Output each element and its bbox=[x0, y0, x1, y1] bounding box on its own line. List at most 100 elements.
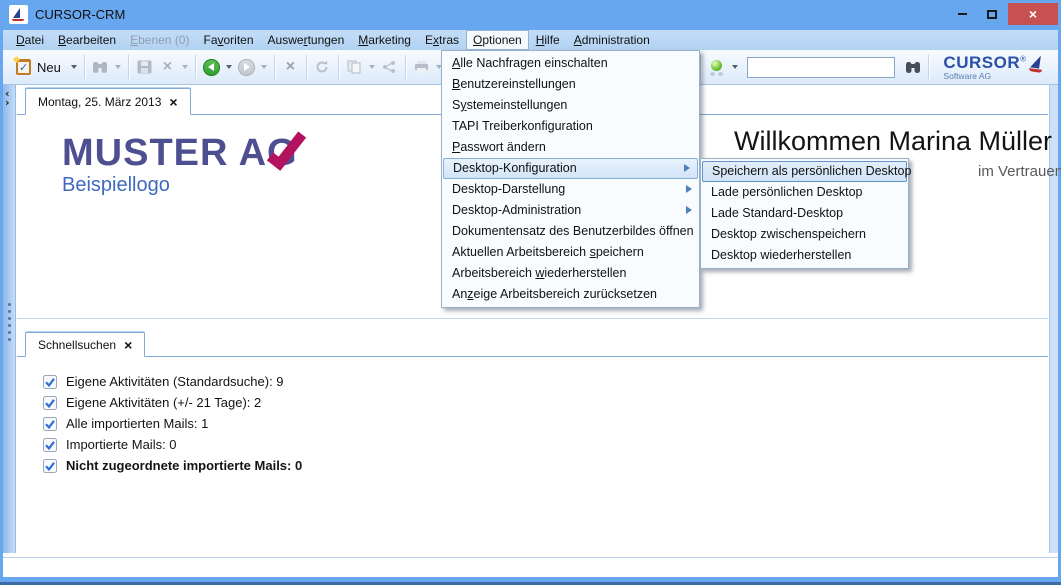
options-menu-item[interactable]: Alle Nachfragen einschalten bbox=[442, 53, 699, 74]
menu-item-label: TAPI Treiberkonfiguration bbox=[452, 119, 593, 133]
maximize-icon bbox=[987, 10, 997, 19]
menubar-item-label: Bearbeiten bbox=[58, 33, 116, 47]
phone-status-button[interactable] bbox=[705, 57, 729, 78]
tab-close-icon[interactable]: × bbox=[124, 338, 132, 352]
checked-checkbox-icon bbox=[43, 438, 57, 452]
menubar-item-label: Extras bbox=[425, 33, 459, 47]
toolbar-search-input[interactable] bbox=[747, 57, 895, 78]
menu-item-label: Desktop-Administration bbox=[452, 203, 581, 217]
options-menu-item[interactable]: Desktop-Darstellung bbox=[442, 179, 699, 200]
menubar-item[interactable]: Datei bbox=[9, 30, 51, 50]
toolbar-separator bbox=[84, 55, 85, 79]
options-menu-item[interactable]: Dokumentensatz des Benutzerbildes öffnen bbox=[442, 221, 699, 242]
options-menu-item[interactable]: Systemeinstellungen bbox=[442, 95, 699, 116]
submenu-item[interactable]: Lade Standard-Desktop bbox=[701, 203, 908, 224]
search-button[interactable] bbox=[901, 57, 924, 78]
quicksearch-item[interactable]: Importierte Mails: 0 bbox=[43, 434, 1048, 455]
find-button bbox=[89, 57, 112, 78]
menubar-item-label: Marketing bbox=[358, 33, 411, 47]
print-button bbox=[410, 57, 433, 78]
menubar-item[interactable]: Extras bbox=[418, 30, 466, 50]
maximize-button[interactable] bbox=[979, 3, 1005, 25]
toolbar-separator bbox=[405, 55, 406, 79]
back-dropdown-icon[interactable] bbox=[226, 65, 232, 69]
copy-dropdown-icon bbox=[369, 65, 375, 69]
tab-welcome[interactable]: Montag, 25. März 2013 × bbox=[25, 88, 191, 115]
cursor-logo: CURSOR® Software AG bbox=[943, 53, 1044, 81]
quicksearch-item[interactable]: Eigene Aktivitäten (Standardsuche): 9 bbox=[43, 371, 1048, 392]
options-menu-item[interactable]: Arbeitsbereich wiederherstellen bbox=[442, 263, 699, 284]
options-menu-item[interactable]: Benutzereinstellungen bbox=[442, 74, 699, 95]
save-button bbox=[133, 57, 156, 78]
toolbar-separator bbox=[700, 55, 701, 79]
quicksearch-item[interactable]: Alle importierten Mails: 1 bbox=[43, 413, 1048, 434]
tab-close-icon[interactable]: × bbox=[169, 95, 177, 109]
options-menu-item[interactable]: TAPI Treiberkonfiguration bbox=[442, 116, 699, 137]
quicksearch-item[interactable]: Nicht zugeordnete importierte Mails: 0 bbox=[43, 455, 1048, 476]
horizontal-splitter[interactable] bbox=[17, 318, 1048, 330]
menu-item-label: Speichern als persönlichen Desktop bbox=[712, 164, 911, 178]
menu-item-label: Lade persönlichen Desktop bbox=[711, 185, 863, 199]
menubar-item[interactable]: Administration bbox=[567, 30, 657, 50]
options-menu-item[interactable]: Passwort ändern bbox=[442, 137, 699, 158]
forward-arrow-icon bbox=[238, 59, 255, 76]
clear-dropdown-icon bbox=[182, 65, 188, 69]
new-dropdown-icon[interactable] bbox=[71, 65, 77, 69]
submenu-item[interactable]: Lade persönlichen Desktop bbox=[701, 182, 908, 203]
copy-record-button bbox=[343, 57, 366, 78]
menu-item-label: Anzeige Arbeitsbereich zurücksetzen bbox=[452, 287, 657, 301]
submenu-item[interactable]: Speichern als persönlichen Desktop bbox=[702, 161, 907, 182]
menubar-item-label: Favoriten bbox=[203, 33, 253, 47]
minimize-icon bbox=[958, 13, 967, 15]
welcome-quote-fragment: im Vertrauen zu ernten. bbox=[978, 163, 1061, 180]
toolbar-separator bbox=[195, 55, 196, 79]
checked-checkbox-icon bbox=[43, 417, 57, 431]
quicksearch-item-label: Eigene Aktivitäten (Standardsuche): 9 bbox=[66, 374, 284, 389]
collapse-chevron-right-icon[interactable]: › bbox=[5, 97, 10, 108]
menubar-item[interactable]: Favoriten bbox=[196, 30, 260, 50]
checked-checkbox-icon bbox=[43, 375, 57, 389]
close-button[interactable]: × bbox=[1008, 3, 1058, 25]
menu-item-label: Desktop-Darstellung bbox=[452, 182, 565, 196]
delete-x-icon: × bbox=[286, 59, 295, 75]
app-logo-icon bbox=[9, 5, 28, 24]
menu-item-label: Desktop-Konfiguration bbox=[453, 161, 577, 175]
menubar-item-label: Administration bbox=[574, 33, 650, 47]
toolbar-separator bbox=[274, 55, 275, 79]
menubar-item-label: Optionen bbox=[473, 33, 522, 47]
menu-item-label: Dokumentensatz des Benutzerbildes öffnen bbox=[452, 224, 694, 238]
options-menu-item[interactable]: Desktop-Konfiguration bbox=[443, 158, 698, 179]
menu-item-label: Lade Standard-Desktop bbox=[711, 206, 843, 220]
new-button[interactable]: ✓ Neu bbox=[12, 57, 68, 78]
tab-quicksearch[interactable]: Schnellsuchen × bbox=[25, 332, 145, 357]
menu-item-label: Arbeitsbereich wiederherstellen bbox=[452, 266, 626, 280]
options-menu-item[interactable]: Aktuellen Arbeitsbereich speichern bbox=[442, 242, 699, 263]
minimize-button[interactable] bbox=[949, 3, 975, 25]
options-menu-popup: Alle Nachfragen einschalten Benutzereins… bbox=[441, 50, 700, 308]
app-window: CURSOR-CRM × Datei Bearbeiten Ebenen (0)… bbox=[0, 0, 1061, 585]
back-button[interactable] bbox=[200, 57, 223, 78]
left-collapse-strip[interactable]: ‹ › bbox=[3, 85, 16, 553]
splitter-handle-dots[interactable] bbox=[8, 303, 11, 306]
toolbar-separator bbox=[306, 55, 307, 79]
submenu-item[interactable]: Desktop zwischenspeichern bbox=[701, 224, 908, 245]
menu-item-label: Aktuellen Arbeitsbereich speichern bbox=[452, 245, 644, 259]
quicksearch-list: Eigene Aktivitäten (Standardsuche): 9 Ei… bbox=[17, 358, 1048, 553]
menu-item-label: Desktop zwischenspeichern bbox=[711, 227, 866, 241]
refresh-button bbox=[311, 57, 334, 78]
menubar-item[interactable]: Ebenen (0) bbox=[123, 30, 196, 50]
menubar-item[interactable]: Bearbeiten bbox=[51, 30, 123, 50]
options-menu-item[interactable]: Anzeige Arbeitsbereich zurücksetzen bbox=[442, 284, 699, 305]
menubar-item[interactable]: Marketing bbox=[351, 30, 418, 50]
desktop-config-submenu: Speichern als persönlichen Desktop Lade … bbox=[700, 158, 909, 269]
submenu-item[interactable]: Desktop wiederherstellen bbox=[701, 245, 908, 266]
menubar-item[interactable]: Hilfe bbox=[529, 30, 567, 50]
options-menu-item[interactable]: Desktop-Administration bbox=[442, 200, 699, 221]
menubar-item[interactable]: Optionen bbox=[466, 30, 529, 50]
quicksearch-item[interactable]: Eigene Aktivitäten (+/- 21 Tage): 2 bbox=[43, 392, 1048, 413]
back-arrow-icon bbox=[203, 59, 220, 76]
menubar-item[interactable]: Auswertungen bbox=[261, 30, 352, 50]
phone-status-dropdown-icon[interactable] bbox=[732, 65, 738, 69]
welcome-heading: Willkommen Marina Müller bbox=[715, 126, 1061, 157]
printer-icon bbox=[413, 59, 430, 76]
